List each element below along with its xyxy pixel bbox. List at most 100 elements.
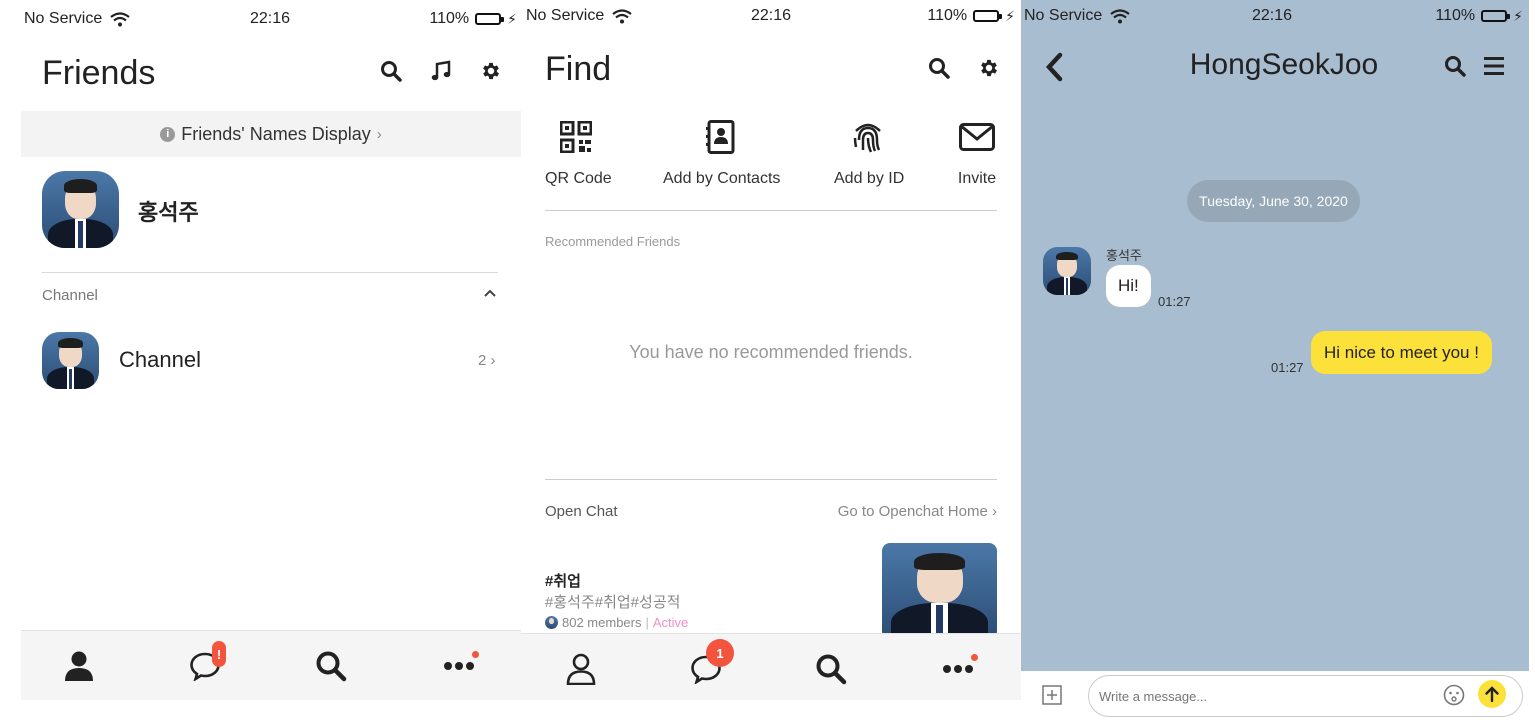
tab-friends[interactable] (551, 634, 611, 700)
chat-menu-button[interactable] (1484, 57, 1504, 80)
page-title: Friends (42, 54, 156, 92)
divider (545, 479, 997, 480)
settings-gear-icon[interactable] (977, 56, 1001, 80)
openchat-room-title[interactable]: #취업 (545, 570, 581, 591)
recommended-friends-header: Recommended Friends (545, 234, 681, 249)
settings-gear-icon[interactable] (479, 59, 503, 83)
status-bar: No Service 22:16 110% ⚡ (521, 7, 1021, 29)
search-icon[interactable] (379, 59, 403, 83)
plus-square-icon (1042, 685, 1062, 705)
outgoing-message[interactable]: Hi nice to meet you ! (1311, 331, 1492, 374)
status-bar: No Service 22:16 110% ⚡ (21, 10, 521, 32)
my-profile-name[interactable]: 홍석주 (138, 195, 199, 227)
search-icon (816, 654, 847, 685)
charging-icon: ⚡ (507, 10, 517, 27)
search-icon (316, 651, 347, 682)
more-dots-icon (943, 665, 973, 673)
date-separator: Tuesday, June 30, 2020 (1187, 180, 1360, 222)
clock: 22:16 (250, 10, 291, 27)
invite-button[interactable]: Invite (957, 118, 997, 188)
names-display-banner[interactable]: i Friends' Names Display › (21, 111, 521, 157)
tab-chats[interactable]: 1 (676, 634, 736, 700)
channel-count-value: 2 (478, 352, 487, 369)
names-display-label: Friends' Names Display (181, 123, 371, 144)
add-by-contacts-button[interactable]: Add by Contacts (663, 118, 781, 188)
arrow-up-icon (1485, 686, 1499, 702)
channel-row-label[interactable]: Channel (119, 347, 201, 373)
openchat-room-tags: #홍석주#취업#성공적 (545, 594, 681, 611)
tab-find[interactable] (301, 631, 361, 700)
notification-dot (472, 651, 479, 658)
chevron-right-icon: › (376, 125, 382, 143)
tab-more[interactable] (429, 631, 489, 700)
openchat-room-thumbnail[interactable] (882, 543, 997, 639)
battery-percent: 110% (927, 7, 968, 24)
emoji-icon (1443, 684, 1465, 706)
openchat-room-meta: 802 members | Active (545, 615, 688, 630)
person-outline-icon (566, 653, 596, 685)
send-button[interactable] (1478, 680, 1506, 708)
battery-icon (973, 10, 1003, 22)
outgoing-timestamp: 01:27 (1271, 360, 1304, 375)
music-icon[interactable] (429, 59, 453, 83)
status-bar: No Service 22:16 110% ⚡ (1021, 7, 1529, 29)
person-filled-icon (65, 651, 93, 681)
charging-icon: ⚡ (1005, 7, 1015, 24)
friends-screen: No Service 22:16 110% ⚡ Friends i Friend… (21, 0, 521, 700)
qr-code-label: QR Code (545, 170, 612, 187)
chat-search-button[interactable] (1444, 55, 1466, 82)
sender-name: 홍석주 (1106, 248, 1142, 263)
more-dots-icon (444, 662, 474, 670)
openchat-home-link[interactable]: Go to Openchat Home › (838, 503, 997, 520)
tab-chats[interactable]: ! (175, 631, 235, 700)
qr-code-button[interactable]: QR Code (545, 118, 612, 188)
tab-more[interactable] (928, 634, 988, 700)
carrier-label: No Service (24, 10, 103, 27)
chevron-up-icon[interactable] (484, 284, 496, 300)
empty-state-text: You have no recommended friends. (629, 342, 913, 362)
contacts-icon (706, 120, 735, 154)
add-by-contacts-label: Add by Contacts (663, 170, 781, 187)
channel-count[interactable]: 2 › (478, 352, 496, 369)
wifi-icon (612, 8, 632, 23)
qr-code-icon (560, 121, 592, 153)
hamburger-menu-icon (1484, 57, 1504, 75)
sender-avatar[interactable] (1043, 247, 1091, 295)
search-icon[interactable] (927, 56, 951, 80)
openchat-status: Active (652, 615, 689, 630)
add-by-id-button[interactable]: Add by ID (834, 118, 905, 188)
tab-find[interactable] (801, 634, 861, 700)
search-icon (1445, 56, 1466, 77)
battery-icon (475, 13, 505, 25)
battery-percent: 110% (1435, 7, 1476, 24)
openchat-home-label: Go to Openchat Home (837, 503, 988, 520)
bottom-tab-bar: 1 (521, 633, 1021, 700)
battery-percent: 110% (429, 10, 470, 27)
clock: 22:16 (751, 7, 792, 24)
channel-section-header[interactable]: Channel (42, 287, 98, 304)
incoming-message[interactable]: Hi! (1106, 265, 1151, 307)
find-options: QR Code Add by Contacts Add by ID Invite (545, 118, 997, 198)
wifi-icon (1110, 8, 1130, 23)
member-avatar-icon (545, 616, 558, 629)
meta-separator: | (645, 615, 649, 630)
add-by-id-label: Add by ID (834, 170, 905, 187)
info-icon: i (160, 126, 176, 142)
page-title: Find (545, 50, 612, 88)
channel-avatar[interactable] (42, 332, 99, 389)
incoming-timestamp: 01:27 (1158, 294, 1191, 309)
envelope-icon (959, 123, 995, 151)
my-profile-avatar[interactable] (42, 171, 119, 248)
open-chat-header: Open Chat (545, 503, 618, 520)
chat-screen: No Service 22:16 110% ⚡ HongSeokJoo Tues… (1021, 0, 1529, 722)
clock: 22:16 (1252, 7, 1293, 24)
chat-badge: 1 (706, 639, 734, 667)
bottom-tab-bar: ! (21, 630, 521, 700)
charging-icon: ⚡ (1513, 7, 1523, 24)
tab-friends[interactable] (49, 631, 109, 700)
emoji-button[interactable] (1443, 684, 1465, 711)
carrier-label: No Service (526, 7, 605, 24)
attach-button[interactable] (1042, 685, 1062, 710)
carrier-label: No Service (1024, 7, 1103, 24)
battery-icon (1481, 10, 1511, 22)
